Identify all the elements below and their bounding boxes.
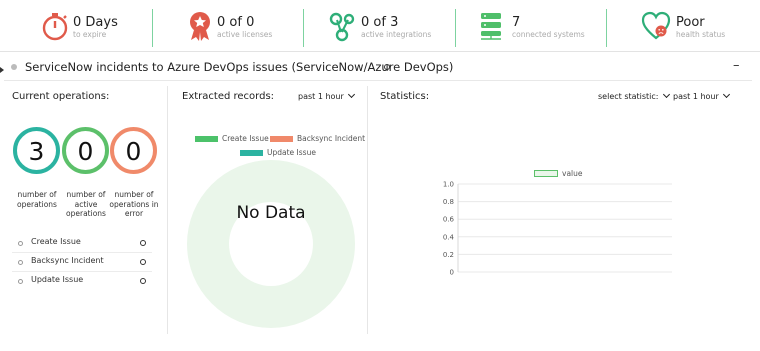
status-ring-icon[interactable] <box>140 259 146 265</box>
error-operations-count-circle: 0 <box>110 127 157 174</box>
operations-count-circle: 3 <box>13 127 60 174</box>
chevron-down-icon <box>722 90 730 99</box>
panel-header: ServiceNow incidents to Azure DevOps iss… <box>0 55 760 81</box>
stat-label: connected systems <box>512 30 585 39</box>
stat-divider <box>303 9 304 47</box>
operation-item[interactable]: Update Issue <box>12 273 152 291</box>
statistic-select-label: select statistic: <box>598 92 659 101</box>
y-tick-label: 0 <box>450 269 454 277</box>
stopwatch-icon <box>42 13 68 41</box>
operation-item[interactable]: Create Issue <box>12 235 152 253</box>
period-dropdown[interactable]: past 1 hour <box>673 90 730 101</box>
award-icon <box>190 12 210 41</box>
no-data-text: No Data <box>236 203 306 223</box>
integrations-icon <box>329 12 355 42</box>
counter-label: number of operations in error <box>109 190 159 218</box>
operation-label: Create Issue <box>31 237 81 246</box>
legend-swatch <box>240 150 263 156</box>
bullet-icon <box>18 260 23 265</box>
legend-swatch <box>270 136 293 142</box>
section-title: Extracted records: <box>182 91 275 102</box>
expand-arrow-icon[interactable] <box>0 67 4 73</box>
section-title: Current operations: <box>12 91 110 102</box>
minimize-button[interactable]: – <box>733 58 740 73</box>
column-divider <box>167 86 168 334</box>
stat-label: active licenses <box>217 30 273 39</box>
legend-label: Backsync Incident <box>297 134 366 143</box>
period-dropdown[interactable]: past 1 hour <box>298 90 355 101</box>
stat-divider <box>455 9 456 47</box>
section-title: Statistics: <box>380 91 430 102</box>
stat-value: 0 of 0 <box>217 15 255 30</box>
period-label: past 1 hour <box>298 92 344 101</box>
y-tick-label: 0.4 <box>443 233 455 241</box>
legend-label: Create Issue <box>222 134 269 143</box>
settings-icon[interactable] <box>384 64 390 70</box>
statistic-select-dropdown[interactable]: select statistic: <box>598 90 670 101</box>
bullet-icon <box>18 241 23 246</box>
stat-value: 0 of 3 <box>361 15 399 30</box>
stat-divider <box>606 9 607 47</box>
counter-value: 0 <box>77 137 94 166</box>
operation-label: Update Issue <box>31 275 84 284</box>
heart-sad-icon <box>641 11 671 40</box>
stat-label: to expire <box>73 30 107 39</box>
stat-value: Poor <box>676 15 705 30</box>
status-ring-icon[interactable] <box>140 278 146 284</box>
y-tick-label: 0.8 <box>443 198 454 206</box>
stat-label: health status <box>676 30 726 39</box>
operation-item[interactable]: Backsync Incident <box>12 254 152 272</box>
counter-value: 3 <box>28 137 45 166</box>
column-divider <box>367 86 368 334</box>
counter-label: number of operations <box>17 190 57 209</box>
y-tick-label: 1.0 <box>443 181 454 189</box>
stat-label: active integrations <box>361 30 432 39</box>
period-label: past 1 hour <box>673 92 719 101</box>
counter-value: 0 <box>125 137 142 166</box>
legend-label: Update Issue <box>267 148 316 157</box>
legend-swatch <box>195 136 218 142</box>
counter-label: number of active operations <box>66 190 106 218</box>
server-icon <box>481 13 501 40</box>
status-dot-icon <box>11 64 17 70</box>
statistics-bar-chart: 1.0 0.8 0.6 0.4 0.2 0 <box>443 181 672 277</box>
active-operations-count-circle: 0 <box>62 127 109 174</box>
y-tick-label: 0.6 <box>443 216 455 224</box>
bullet-icon <box>18 279 23 284</box>
stat-value: 7 <box>512 15 521 30</box>
divider <box>4 80 752 81</box>
status-ring-icon[interactable] <box>140 240 146 246</box>
chevron-down-icon <box>347 90 355 99</box>
stat-divider <box>152 9 153 47</box>
operation-label: Backsync Incident <box>31 256 104 265</box>
status-bar: 0 Days to expire 0 of 0 active licenses … <box>0 0 760 52</box>
y-tick-label: 0.2 <box>443 251 454 259</box>
stat-value: 0 Days <box>73 15 118 30</box>
chevron-down-icon <box>662 90 670 99</box>
